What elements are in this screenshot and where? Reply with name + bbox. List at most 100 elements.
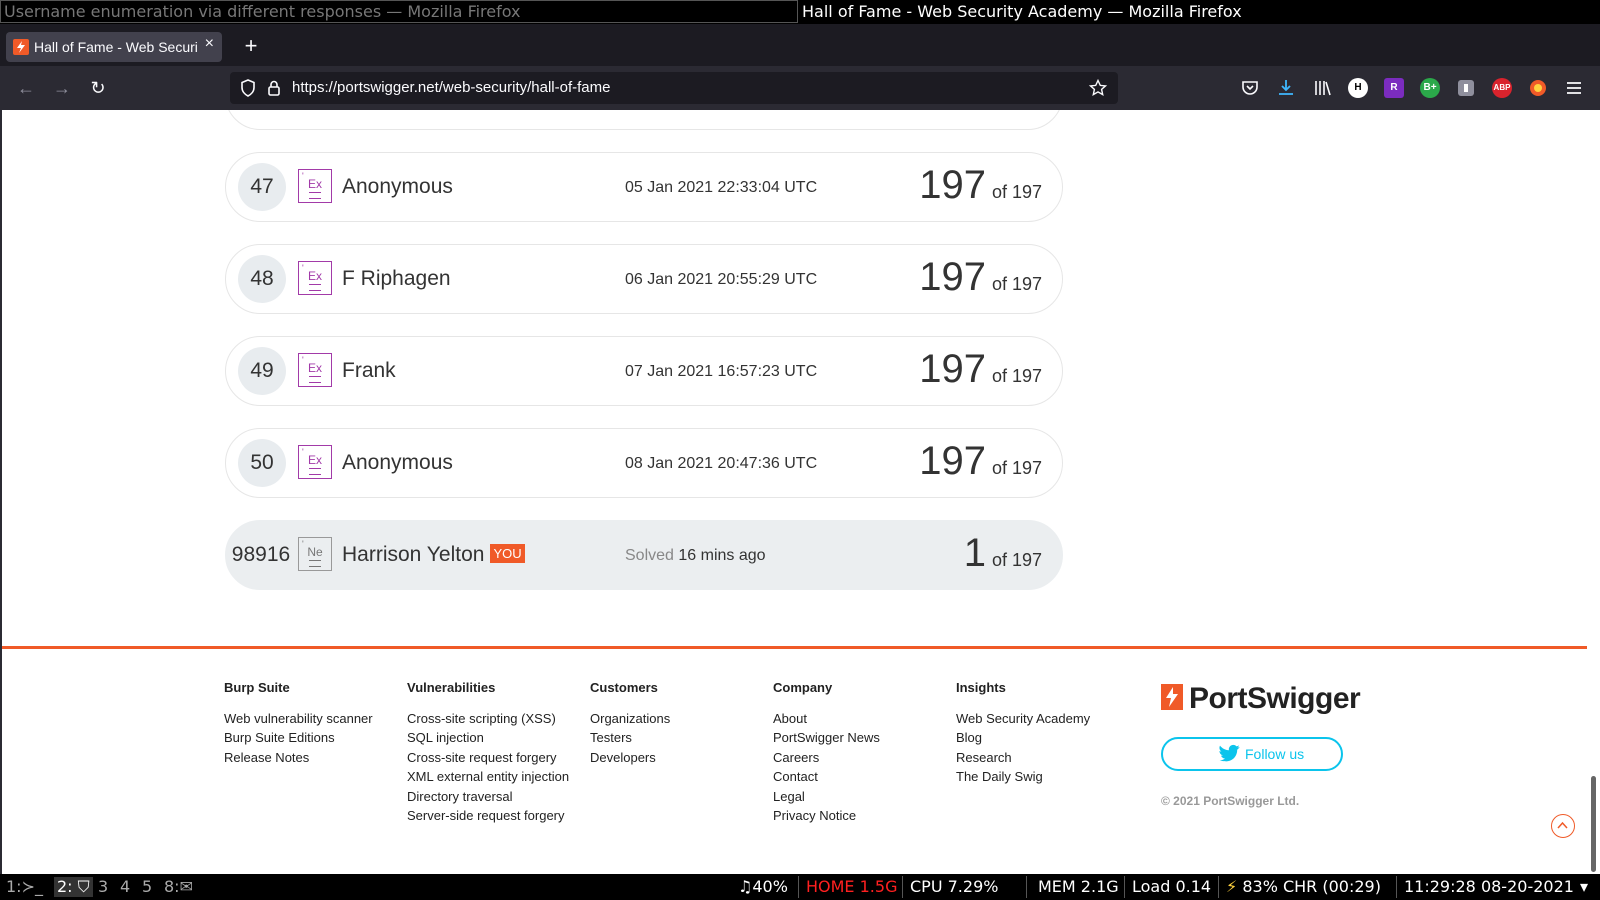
completion-date: 06 Jan 2021 20:55:29 UTC [625, 271, 818, 288]
back-button[interactable]: ← [14, 76, 38, 100]
browser-icon: ⛉ [72, 877, 90, 896]
footer-link[interactable]: Cross-site scripting (XSS) [407, 709, 569, 728]
footer-link[interactable]: Testers [590, 728, 670, 747]
footer-heading: Customers [590, 680, 658, 695]
extension-puzzle-icon[interactable] [1456, 78, 1476, 98]
rank-number: 98916 [231, 543, 291, 566]
score: 197 of 197 [919, 439, 1042, 483]
footer-column-burp-suite: Burp Suite Web vulnerability scanner Bur… [224, 680, 373, 767]
workspace-2[interactable]: 2: ⛉ [54, 877, 93, 897]
rank-number: 47 [238, 163, 286, 211]
footer-link[interactable]: Careers [773, 748, 880, 767]
url-bar[interactable]: https://portswigger.net/web-security/hal… [230, 72, 1118, 104]
close-tab-icon[interactable]: × [205, 35, 214, 53]
volume-indicator: ♫40% [738, 877, 788, 896]
user-name: F Riphagen [342, 267, 451, 290]
footer-link[interactable]: Contact [773, 767, 880, 786]
portswigger-logo-icon [1161, 684, 1183, 710]
clock: 11:29:28 08-20-2021 [1404, 877, 1574, 896]
cpu-indicator: CPU 7.29% [910, 877, 999, 896]
new-tab-button[interactable]: + [236, 32, 266, 62]
follow-us-button[interactable]: Follow us [1161, 737, 1343, 771]
footer-link[interactable]: Blog [956, 728, 1090, 747]
user-name: Anonymous [342, 175, 453, 198]
adblock-plus-icon[interactable]: ABP [1492, 78, 1512, 98]
hamburger-menu-icon[interactable] [1564, 78, 1584, 98]
reload-button[interactable]: ↻ [86, 76, 110, 100]
workspace-1[interactable]: 1:≻_ [6, 877, 43, 896]
follow-us-label: Follow us [1245, 746, 1305, 762]
page-scrollbar[interactable] [1587, 110, 1600, 874]
forward-button[interactable]: → [50, 76, 74, 100]
bookmark-star-icon[interactable] [1088, 78, 1108, 98]
footer-link[interactable]: Cross-site request forgery [407, 748, 569, 767]
footer-link[interactable]: Web Security Academy [956, 709, 1090, 728]
novice-badge-icon: ' Ne [298, 537, 332, 571]
footer-heading: Vulnerabilities [407, 680, 496, 695]
extension-b-plus-icon[interactable]: B+ [1420, 78, 1440, 98]
leaderboard-row: 47 ' Ex Anonymous 05 Jan 2021 22:33:04 UT… [225, 152, 1063, 222]
expert-badge-icon: ' Ex [298, 353, 332, 387]
tab-hall-of-fame[interactable]: Hall of Fame - Web Security Academy × [6, 32, 222, 62]
twitter-bird-icon [1219, 744, 1240, 762]
load-indicator: Load 0.14 [1132, 877, 1212, 896]
extension-h-icon[interactable]: H [1348, 78, 1368, 98]
footer-link[interactable]: SQL injection [407, 728, 569, 747]
tab-title: Hall of Fame - Web Security Academy [34, 39, 198, 55]
footer-link[interactable]: Organizations [590, 709, 670, 728]
expert-badge-icon: ' Ex [298, 261, 332, 295]
url-text[interactable]: https://portswigger.net/web-security/hal… [292, 72, 610, 104]
memory-indicator: MEM 2.1G [1038, 877, 1119, 896]
inactive-window-title[interactable]: Username enumeration via different respo… [0, 0, 798, 23]
footer-column-vulnerabilities: Vulnerabilities Cross-site scripting (XS… [407, 680, 569, 825]
workspace-3[interactable]: 3 [98, 877, 108, 896]
footer-link[interactable]: Release Notes [224, 748, 373, 767]
footer-divider [2, 646, 1587, 649]
navigation-toolbar: ← → ↻ https://portswigger.net/web-securi… [0, 66, 1600, 110]
score: 1 of 197 [963, 531, 1042, 575]
solved-time: Solved 16 mins ago [625, 547, 766, 564]
library-icon[interactable] [1312, 78, 1332, 98]
workspace-4[interactable]: 4 [120, 877, 130, 896]
leaderboard-row: 48 ' Ex F Riphagen 06 Jan 2021 20:55:29 U… [225, 244, 1063, 314]
workspace-8[interactable]: 8:✉ [164, 877, 193, 896]
status-separator [1396, 876, 1397, 898]
window-title-bar: Username enumeration via different respo… [0, 0, 1600, 24]
pocket-icon[interactable] [1240, 78, 1260, 98]
score: 197 of 197 [919, 163, 1042, 207]
expert-badge-icon: ' Ex [298, 445, 332, 479]
burp-proxy-extension-icon[interactable] [1528, 78, 1548, 98]
mail-icon: ✉ [179, 877, 193, 896]
terminal-icon: ≻_ [21, 877, 43, 896]
active-window-title[interactable]: Hall of Fame - Web Security Academy — Mo… [802, 0, 1600, 24]
portswigger-logo[interactable]: PortSwigger [1161, 682, 1361, 716]
footer-link[interactable]: Developers [590, 748, 670, 767]
user-name: Anonymous [342, 451, 453, 474]
score: 197 of 197 [919, 255, 1042, 299]
user-name: Frank [342, 359, 396, 382]
page-content: 47 ' Ex Anonymous 05 Jan 2021 22:33:04 UT… [0, 110, 1587, 874]
workspace-5[interactable]: 5 [142, 877, 152, 896]
battery-indicator: ⚡ 83% CHR (00:29) [1226, 877, 1381, 896]
downloads-icon[interactable] [1276, 78, 1296, 98]
footer-link[interactable]: XML external entity injection [407, 767, 569, 786]
score: 197 of 197 [919, 347, 1042, 391]
scrollbar-thumb[interactable] [1591, 776, 1596, 872]
footer-link[interactable]: Research [956, 748, 1090, 767]
footer-link[interactable]: About [773, 709, 880, 728]
scroll-to-top-button[interactable] [1551, 814, 1575, 838]
extension-r-icon[interactable]: R [1384, 78, 1404, 98]
footer-link[interactable]: PortSwigger News [773, 728, 880, 747]
footer-link[interactable]: Burp Suite Editions [224, 728, 373, 747]
footer-link[interactable]: The Daily Swig [956, 767, 1090, 786]
footer-link[interactable]: Server-side request forgery [407, 806, 569, 825]
footer-link[interactable]: Web vulnerability scanner [224, 709, 373, 728]
footer-link[interactable]: Directory traversal [407, 787, 569, 806]
lock-icon[interactable] [264, 78, 284, 98]
browser-tab-bar: Hall of Fame - Web Security Academy × + [0, 24, 1600, 66]
rank-number: 48 [238, 255, 286, 303]
footer-link[interactable]: Legal [773, 787, 880, 806]
tracking-protection-shield-icon[interactable] [238, 78, 258, 98]
footer-link[interactable]: Privacy Notice [773, 806, 880, 825]
footer-heading: Insights [956, 680, 1006, 695]
